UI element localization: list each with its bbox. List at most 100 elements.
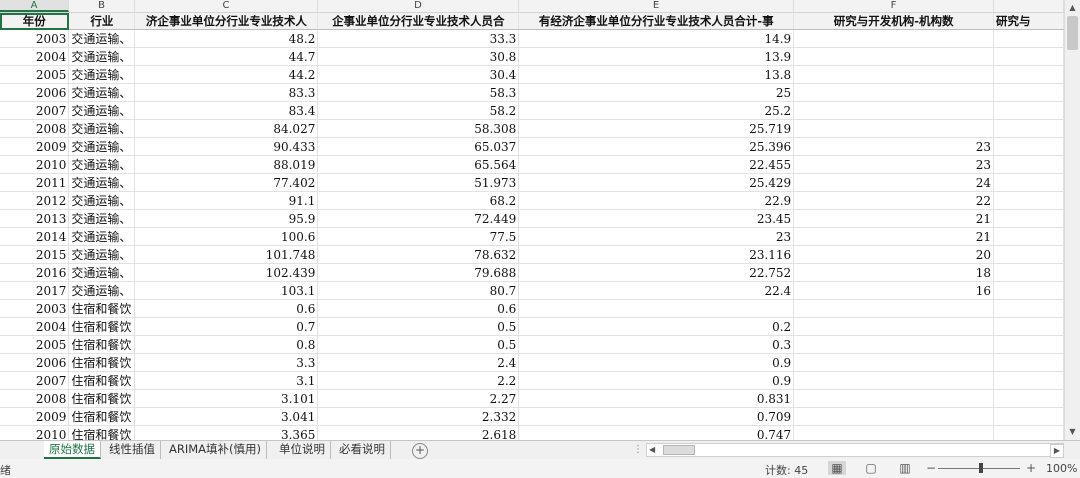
- table-cell[interactable]: 2016: [0, 263, 70, 282]
- table-cell[interactable]: 交通运输、: [68, 209, 136, 228]
- zoom-in-button[interactable]: +: [1026, 461, 1036, 475]
- table-cell[interactable]: [993, 227, 1064, 246]
- spreadsheet-grid[interactable]: A B C D E F 年份 行业 济企事业单位分行业专业技术人 企事业单位分行…: [0, 0, 1064, 440]
- table-cell[interactable]: 58.2: [317, 101, 520, 120]
- table-cell[interactable]: 13.9: [518, 47, 795, 66]
- table-cell[interactable]: 2007: [0, 101, 70, 120]
- table-cell[interactable]: [993, 191, 1064, 210]
- sheet-tab-original-data[interactable]: 原始数据: [44, 441, 101, 459]
- table-cell[interactable]: 100.6: [134, 227, 319, 246]
- table-cell[interactable]: 2010: [0, 155, 70, 174]
- table-cell[interactable]: 14.9: [518, 29, 795, 48]
- table-cell[interactable]: [993, 299, 1064, 318]
- table-cell[interactable]: 交通运输、: [68, 191, 136, 210]
- table-cell[interactable]: 2009: [0, 407, 70, 426]
- table-cell[interactable]: 3.3: [134, 353, 319, 372]
- vertical-scroll-thumb[interactable]: [1067, 16, 1078, 50]
- table-cell[interactable]: 0.6: [317, 299, 520, 318]
- scroll-left-icon[interactable]: ◀: [649, 444, 655, 456]
- table-cell[interactable]: 78.632: [317, 245, 520, 264]
- table-cell[interactable]: [993, 407, 1064, 426]
- table-cell[interactable]: [793, 371, 994, 390]
- table-cell[interactable]: 交通运输、: [68, 137, 136, 156]
- table-cell[interactable]: 0.5: [317, 335, 520, 354]
- table-cell[interactable]: 48.2: [134, 29, 319, 48]
- table-cell[interactable]: 交通运输、: [68, 155, 136, 174]
- horizontal-scroll-thumb[interactable]: [663, 445, 695, 455]
- table-cell[interactable]: 21: [793, 209, 994, 228]
- table-cell[interactable]: [793, 65, 994, 84]
- table-cell[interactable]: 交通运输、: [68, 173, 136, 192]
- table-cell[interactable]: 交通运输、: [68, 245, 136, 264]
- table-cell[interactable]: 交通运输、: [68, 83, 136, 102]
- table-cell[interactable]: [793, 101, 994, 120]
- table-cell[interactable]: 33.3: [317, 29, 520, 48]
- table-cell[interactable]: [793, 29, 994, 48]
- table-cell[interactable]: 2.27: [317, 389, 520, 408]
- table-cell[interactable]: [793, 407, 994, 426]
- table-cell[interactable]: [993, 65, 1064, 84]
- table-cell[interactable]: [993, 155, 1064, 174]
- header-cell-f[interactable]: 研究与开发机构-机构数: [793, 13, 994, 30]
- add-sheet-icon[interactable]: +: [412, 443, 428, 459]
- table-cell[interactable]: 2014: [0, 227, 70, 246]
- table-cell[interactable]: 2017: [0, 281, 70, 300]
- column-header-f[interactable]: F: [794, 0, 994, 12]
- column-header-e[interactable]: E: [519, 0, 794, 12]
- scroll-down-icon[interactable]: ▼: [1067, 426, 1078, 438]
- table-cell[interactable]: 83.4: [134, 101, 319, 120]
- table-cell[interactable]: 2003: [0, 29, 70, 48]
- table-cell[interactable]: 0.831: [518, 389, 795, 408]
- table-cell[interactable]: 23: [518, 227, 795, 246]
- table-cell[interactable]: 住宿和餐饮: [68, 389, 136, 408]
- header-cell-g[interactable]: 研究与: [993, 13, 1064, 30]
- table-cell[interactable]: 2006: [0, 353, 70, 372]
- table-cell[interactable]: 2013: [0, 209, 70, 228]
- table-cell[interactable]: 18: [793, 263, 994, 282]
- column-header-a[interactable]: A: [0, 0, 69, 12]
- column-header-b[interactable]: B: [69, 0, 135, 12]
- table-cell[interactable]: 0.7: [134, 317, 319, 336]
- table-cell[interactable]: 30.8: [317, 47, 520, 66]
- table-cell[interactable]: [993, 281, 1064, 300]
- table-cell[interactable]: 2005: [0, 65, 70, 84]
- table-cell[interactable]: 88.019: [134, 155, 319, 174]
- table-cell[interactable]: 0.8: [134, 335, 319, 354]
- table-cell[interactable]: [793, 425, 994, 440]
- column-header-g[interactable]: [994, 0, 1064, 12]
- table-cell[interactable]: 23: [793, 155, 994, 174]
- table-cell[interactable]: [518, 299, 795, 318]
- table-cell[interactable]: 交通运输、: [68, 281, 136, 300]
- table-cell[interactable]: 25.2: [518, 101, 795, 120]
- table-cell[interactable]: 交通运输、: [68, 101, 136, 120]
- table-cell[interactable]: 68.2: [317, 191, 520, 210]
- table-cell[interactable]: 交通运输、: [68, 29, 136, 48]
- sheet-tab-unit-notes[interactable]: 单位说明: [274, 441, 331, 459]
- table-cell[interactable]: 2006: [0, 83, 70, 102]
- table-cell[interactable]: 2015: [0, 245, 70, 264]
- table-cell[interactable]: 2.2: [317, 371, 520, 390]
- table-cell[interactable]: 72.449: [317, 209, 520, 228]
- table-cell[interactable]: [993, 425, 1064, 440]
- table-cell[interactable]: 2008: [0, 119, 70, 138]
- table-cell[interactable]: 0.5: [317, 317, 520, 336]
- table-cell[interactable]: 2005: [0, 335, 70, 354]
- table-cell[interactable]: 0.6: [134, 299, 319, 318]
- header-cell-year[interactable]: 年份: [0, 13, 70, 30]
- table-cell[interactable]: 58.308: [317, 119, 520, 138]
- table-cell[interactable]: 21: [793, 227, 994, 246]
- table-cell[interactable]: 22.4: [518, 281, 795, 300]
- page-layout-view-icon[interactable]: ▢: [862, 461, 880, 475]
- table-cell[interactable]: 58.3: [317, 83, 520, 102]
- table-cell[interactable]: 2004: [0, 317, 70, 336]
- table-cell[interactable]: 65.564: [317, 155, 520, 174]
- table-cell[interactable]: [993, 371, 1064, 390]
- table-cell[interactable]: 44.2: [134, 65, 319, 84]
- table-cell[interactable]: 77.5: [317, 227, 520, 246]
- sheet-tab-must-read[interactable]: 必看说明: [334, 441, 391, 459]
- table-cell[interactable]: 79.688: [317, 263, 520, 282]
- table-cell[interactable]: 84.027: [134, 119, 319, 138]
- table-cell[interactable]: [793, 47, 994, 66]
- table-cell[interactable]: 30.4: [317, 65, 520, 84]
- table-cell[interactable]: [793, 335, 994, 354]
